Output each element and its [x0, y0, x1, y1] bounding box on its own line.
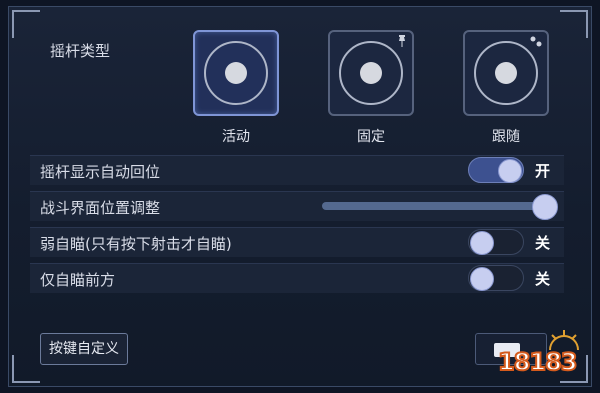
- toggle-thumb: [470, 267, 494, 291]
- joystick-knob: [495, 62, 517, 84]
- joystick-option-follow[interactable]: [463, 30, 549, 116]
- joystick-type-label: 摇杆类型: [50, 42, 111, 60]
- toggle-state-label: 关: [535, 234, 551, 252]
- frame-corner: [560, 10, 588, 38]
- auto-return-toggle[interactable]: [468, 157, 524, 183]
- joystick-option-active[interactable]: [193, 30, 279, 116]
- joystick-option-label: 跟随: [492, 129, 520, 145]
- toggle-thumb: [498, 159, 522, 183]
- custom-keys-button[interactable]: 按键自定义: [40, 333, 128, 365]
- joystick-knob: [360, 62, 382, 84]
- layout-adjust-slider-thumb[interactable]: [532, 194, 558, 220]
- joystick-option-label: 固定: [357, 129, 385, 145]
- joystick-knob: [225, 62, 247, 84]
- pin-icon: [399, 35, 405, 47]
- toggle-state-label: 开: [535, 162, 551, 180]
- watermark-logo: 18183: [490, 326, 590, 386]
- dots-icon: [530, 36, 542, 47]
- weak-aim-toggle[interactable]: [468, 229, 524, 255]
- watermark-text: 18183: [497, 347, 578, 377]
- frame-corner: [12, 355, 40, 383]
- joystick-ring-icon: [474, 41, 538, 105]
- setting-label: 战斗界面位置调整: [40, 199, 161, 217]
- setting-label: 仅自瞄前方: [40, 271, 116, 289]
- front-aim-toggle[interactable]: [468, 265, 524, 291]
- joystick-ring-icon: [204, 41, 268, 105]
- toggle-thumb: [470, 231, 494, 255]
- joystick-option-label: 活动: [222, 129, 250, 145]
- toggle-state-label: 关: [535, 270, 551, 288]
- joystick-option-fixed[interactable]: [328, 30, 414, 116]
- setting-label: 弱自瞄(只有按下射击才自瞄): [40, 235, 232, 253]
- layout-adjust-slider-track[interactable]: [322, 202, 547, 210]
- joystick-ring-icon: [339, 41, 403, 105]
- setting-label: 摇杆显示自动回位: [40, 163, 161, 181]
- frame-corner: [12, 10, 40, 38]
